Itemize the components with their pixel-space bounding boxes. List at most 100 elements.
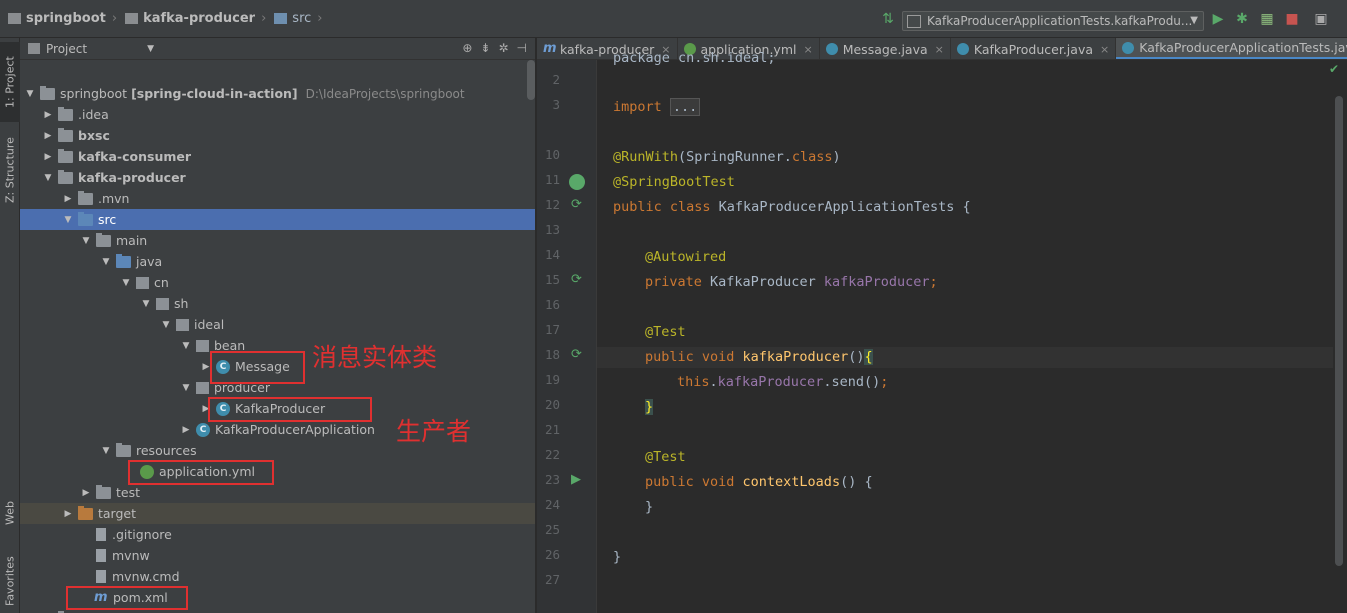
tree-row-sh[interactable]: ▼ sh xyxy=(20,293,535,314)
breadcrumb-src[interactable]: src › xyxy=(266,0,322,38)
breadcrumb-springboot[interactable]: springboot › xyxy=(0,0,117,38)
chevron-down-icon[interactable]: ▼ xyxy=(147,44,154,54)
code-editor: m kafka-producer × application.yml × Mes… xyxy=(537,38,1347,613)
tree-row-kafka-producer[interactable]: ▼ kafka-producer xyxy=(20,167,535,188)
gear-icon[interactable]: ✲ xyxy=(498,41,508,55)
expand-arrow-icon[interactable]: ▶ xyxy=(200,404,212,414)
java-class-icon: C xyxy=(216,401,230,416)
tree-row-pom-xml[interactable]: m pom.xml xyxy=(20,587,535,608)
expand-arrow-icon[interactable]: ▼ xyxy=(180,341,192,351)
expand-arrow-icon[interactable]: ▶ xyxy=(62,509,74,519)
tree-row-test[interactable]: ▶ test xyxy=(20,482,535,503)
expand-arrow-icon[interactable]: ▼ xyxy=(80,236,92,246)
tree-row-java[interactable]: ▼ java xyxy=(20,251,535,272)
run-test-icon[interactable]: ⟳ xyxy=(571,197,582,212)
tree-row-springboot[interactable]: ▼ springboot [spring-cloud-in-action] D:… xyxy=(20,83,535,104)
tab-kafkaproducerapplicationtests-java[interactable]: KafkaProducerApplicationTests.java xyxy=(1116,38,1347,59)
tree-row-mvnw-cmd[interactable]: mvnw.cmd xyxy=(20,566,535,587)
expand-arrow-icon[interactable]: ▶ xyxy=(80,488,92,498)
spring-bean-icon[interactable] xyxy=(569,174,585,190)
breadcrumb-label: springboot xyxy=(26,11,106,26)
tree-row-idea[interactable]: ▶ .idea xyxy=(20,104,535,125)
text-file-icon xyxy=(96,549,106,562)
breadcrumb-kafka-producer[interactable]: kafka-producer › xyxy=(117,0,266,38)
code-line-3: import ... xyxy=(613,97,701,118)
collapse-all-icon[interactable]: ⇟ xyxy=(480,41,490,55)
tool-tab-project[interactable]: 1: Project xyxy=(0,42,20,122)
run-test-icon[interactable]: ⟳ xyxy=(571,347,582,362)
project-folder-icon xyxy=(8,13,21,24)
tree-row-producer[interactable]: ▼ producer xyxy=(20,377,535,398)
tree-row-cn[interactable]: ▼ cn xyxy=(20,272,535,293)
folded-imports[interactable]: ... xyxy=(669,98,701,116)
tool-tab-structure[interactable]: Z: Structure xyxy=(0,130,20,210)
expand-arrow-icon[interactable]: ▶ xyxy=(62,194,74,204)
project-view-select[interactable]: Project xyxy=(46,42,87,56)
tree-row-mvn[interactable]: ▶ .mvn xyxy=(20,188,535,209)
annotation-producer: 生产者 xyxy=(396,417,472,446)
tool-tab-favorites[interactable]: Favorites xyxy=(0,550,20,612)
tree-label: KafkaProducerApplication xyxy=(215,422,375,437)
close-icon[interactable]: × xyxy=(803,43,812,56)
close-icon[interactable]: × xyxy=(1100,43,1109,56)
code-token: () xyxy=(848,349,865,365)
code-token: } xyxy=(645,499,654,515)
expand-arrow-icon[interactable]: ▼ xyxy=(100,446,112,456)
code-line-12: public class KafkaProducerApplicationTes… xyxy=(613,197,971,218)
tree-row-ideal[interactable]: ▼ ideal xyxy=(20,314,535,335)
expand-arrow-icon[interactable]: ▼ xyxy=(100,257,112,267)
tree-label: resources xyxy=(136,443,197,458)
tree-row-application-yml[interactable]: application.yml xyxy=(20,461,535,482)
code-token: } xyxy=(613,549,622,565)
editor-scrollbar[interactable] xyxy=(1335,96,1343,566)
expand-arrow-icon[interactable]: ▼ xyxy=(140,299,152,309)
expand-arrow-icon[interactable]: ▶ xyxy=(200,362,212,372)
tree-row-target[interactable]: ▶ target xyxy=(20,503,535,524)
run-test-icon[interactable]: ▶ xyxy=(571,472,581,487)
tree-row-kafka-consumer[interactable]: ▶ kafka-consumer xyxy=(20,146,535,167)
module-folder-icon xyxy=(58,169,73,184)
tree-row-src[interactable]: ▼ src xyxy=(20,209,535,230)
line-number: 23 xyxy=(544,472,560,487)
tool-tab-web[interactable]: Web xyxy=(0,488,20,538)
inspection-ok-icon[interactable]: ✔ xyxy=(1329,62,1339,76)
locate-icon[interactable]: ⊕ xyxy=(462,41,472,55)
expand-arrow-icon[interactable]: ▶ xyxy=(42,110,54,120)
tree-row-main[interactable]: ▼ main xyxy=(20,230,535,251)
coverage-icon[interactable]: ▦ xyxy=(1259,11,1275,27)
editor-gutter[interactable]: 2 3 10 11 12 13 14 15 16 17 18 19 20 21 … xyxy=(537,60,597,613)
expand-arrow-icon[interactable]: ▶ xyxy=(42,152,54,162)
line-number: 18 xyxy=(544,347,560,362)
close-icon[interactable]: × xyxy=(935,43,944,56)
expand-arrow-icon[interactable]: ▼ xyxy=(42,173,54,183)
line-number: 24 xyxy=(544,497,560,512)
expand-arrow-icon[interactable]: ▼ xyxy=(24,89,36,99)
tree-row-message[interactable]: ▶ C Message xyxy=(20,356,535,377)
autowired-bean-icon[interactable]: ⟳ xyxy=(571,272,582,287)
expand-arrow-icon[interactable]: ▼ xyxy=(62,215,74,225)
hide-panel-icon[interactable]: ⊣ xyxy=(517,41,527,55)
tree-row-gitignore[interactable]: .gitignore xyxy=(20,524,535,545)
expand-arrow-icon[interactable]: ▼ xyxy=(120,278,132,288)
tree-label: sh xyxy=(174,296,189,311)
tree-row-mvnw[interactable]: mvnw xyxy=(20,545,535,566)
run-configuration-select[interactable]: KafkaProducerApplicationTests.kafkaProdu… xyxy=(902,11,1204,31)
tree-row-bxsc[interactable]: ▶ bxsc xyxy=(20,125,535,146)
tree-row-bean[interactable]: ▼ bean xyxy=(20,335,535,356)
debug-icon[interactable]: ✱ xyxy=(1234,11,1250,27)
expand-arrow-icon[interactable]: ▼ xyxy=(160,320,172,330)
expand-arrow-icon[interactable]: ▼ xyxy=(180,383,192,393)
tab-message-java[interactable]: Message.java × xyxy=(820,38,951,59)
tree-row-logs[interactable]: ▶ logs xyxy=(20,608,535,613)
code-area[interactable]: package cn.sh.ideal; import ... @RunWith… xyxy=(597,50,1333,613)
build-icon[interactable]: ⇅ xyxy=(880,11,896,27)
expand-arrow-icon[interactable]: ▶ xyxy=(180,425,192,435)
run-icon[interactable]: ▶ xyxy=(1210,11,1226,27)
stop-icon[interactable]: ■ xyxy=(1284,11,1300,27)
tab-kafkaproducer-java[interactable]: KafkaProducer.java × xyxy=(951,38,1117,59)
ide-window: springboot › kafka-producer › src › ⇅ Ka… xyxy=(0,0,1347,613)
code-line-14: @Autowired xyxy=(645,247,726,268)
tree-label: src xyxy=(98,212,117,227)
project-structure-icon[interactable]: ▣ xyxy=(1313,11,1329,27)
expand-arrow-icon[interactable]: ▶ xyxy=(42,131,54,141)
